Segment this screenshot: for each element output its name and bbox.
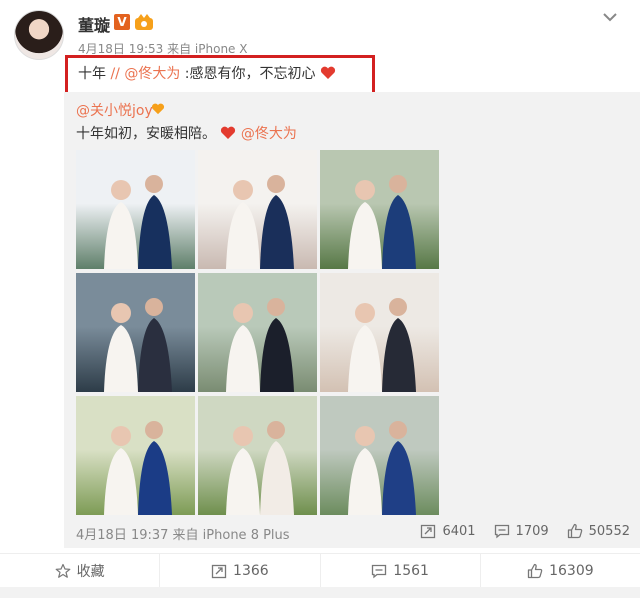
figure-suit — [260, 195, 294, 269]
repost-button[interactable]: 1366 — [160, 554, 321, 587]
figure-head — [389, 298, 407, 316]
repost-icon — [421, 524, 436, 539]
original-text: 十年如初，安暖相陪。 @佟大为 — [76, 123, 297, 143]
original-text-body: 十年如初，安暖相陪。 — [76, 126, 216, 142]
figure-head — [389, 421, 407, 439]
star-icon — [55, 563, 71, 578]
user-name[interactable]: 董璇 — [78, 12, 110, 36]
photo-scene — [348, 175, 416, 269]
figure-dress — [348, 448, 382, 515]
figure-dress — [104, 202, 138, 269]
photo-1[interactable] — [76, 150, 195, 269]
comment-icon — [372, 564, 387, 578]
figure-head — [267, 175, 285, 193]
vip-crown-icon — [135, 14, 153, 30]
photo-scene — [226, 421, 294, 515]
figure-suit — [138, 441, 172, 515]
action-bar: 收藏 1366 1561 16309 — [0, 553, 640, 587]
photo-scene — [348, 421, 416, 515]
original-like-stat[interactable]: 50552 — [567, 523, 630, 539]
figure-dress — [104, 325, 138, 392]
heart-icon — [151, 103, 165, 115]
chevron-down-icon[interactable] — [602, 9, 618, 25]
comment-count: 1561 — [393, 562, 429, 579]
verified-badge-icon: V — [114, 14, 130, 30]
photo-scene — [104, 421, 172, 515]
figure-head — [389, 175, 407, 193]
like-button[interactable]: 16309 — [481, 554, 640, 587]
figure-suit — [138, 195, 172, 269]
favorite-label: 收藏 — [76, 563, 105, 580]
figure-suit — [138, 318, 172, 392]
photo-9[interactable] — [320, 396, 439, 515]
original-like-count: 50552 — [588, 523, 630, 539]
original-comment-count: 1709 — [515, 523, 549, 539]
figure-suit — [260, 318, 294, 392]
figure-head — [233, 180, 253, 200]
figure-dress — [348, 202, 382, 269]
original-mention[interactable]: @佟大为 — [241, 126, 297, 142]
photo-2[interactable] — [198, 150, 317, 269]
comment-icon — [494, 524, 509, 539]
figure-suit — [260, 441, 294, 515]
bottom-strip — [0, 587, 640, 598]
original-comment-stat[interactable]: 1709 — [494, 523, 549, 539]
figure-dress — [348, 325, 382, 392]
original-repost-stat[interactable]: 6401 — [420, 523, 476, 539]
figure-dress — [226, 448, 260, 515]
thumbs-up-icon — [567, 523, 582, 539]
figure-head — [267, 298, 285, 316]
original-stats: 6401 1709 50552 — [420, 523, 630, 539]
photo-7[interactable] — [76, 396, 195, 515]
figure-suit — [382, 195, 416, 269]
figure-head — [267, 421, 285, 439]
heart-icon — [221, 126, 236, 139]
avatar[interactable] — [14, 10, 64, 60]
original-user[interactable]: @关小悦joy — [76, 100, 153, 120]
photo-scene — [226, 298, 294, 392]
figure-head — [233, 426, 253, 446]
figure-suit — [382, 318, 416, 392]
figure-head — [355, 303, 375, 323]
favorite-button[interactable]: 收藏 — [0, 554, 161, 587]
photo-3[interactable] — [320, 150, 439, 269]
figure-dress — [104, 448, 138, 515]
figure-head — [145, 421, 163, 439]
photo-scene — [348, 298, 416, 392]
repost-card: @关小悦joy 十年如初，安暖相陪。 @佟大为 4月18日 19:37 来自 i… — [64, 92, 640, 548]
figure-head — [233, 303, 253, 323]
figure-head — [111, 426, 131, 446]
figure-head — [111, 180, 131, 200]
figure-head — [355, 180, 375, 200]
photo-scene — [226, 175, 294, 269]
photo-8[interactable] — [198, 396, 317, 515]
photo-scene — [104, 175, 172, 269]
like-count: 16309 — [549, 562, 594, 579]
figure-head — [145, 298, 163, 316]
figure-head — [355, 426, 375, 446]
thumbs-up-icon — [527, 563, 543, 578]
repost-count: 1366 — [233, 562, 269, 579]
original-repost-count: 6401 — [442, 523, 476, 539]
photo-scene — [104, 298, 172, 392]
repost-icon — [211, 564, 227, 578]
figure-head — [111, 303, 131, 323]
original-meta[interactable]: 4月18日 19:37 来自 iPhone 8 Plus — [76, 524, 290, 543]
figure-head — [145, 175, 163, 193]
figure-dress — [226, 325, 260, 392]
photo-5[interactable] — [198, 273, 317, 392]
figure-suit — [382, 441, 416, 515]
figure-dress — [226, 202, 260, 269]
comment-button[interactable]: 1561 — [321, 554, 481, 587]
photo-6[interactable] — [320, 273, 439, 392]
photo-4[interactable] — [76, 273, 195, 392]
